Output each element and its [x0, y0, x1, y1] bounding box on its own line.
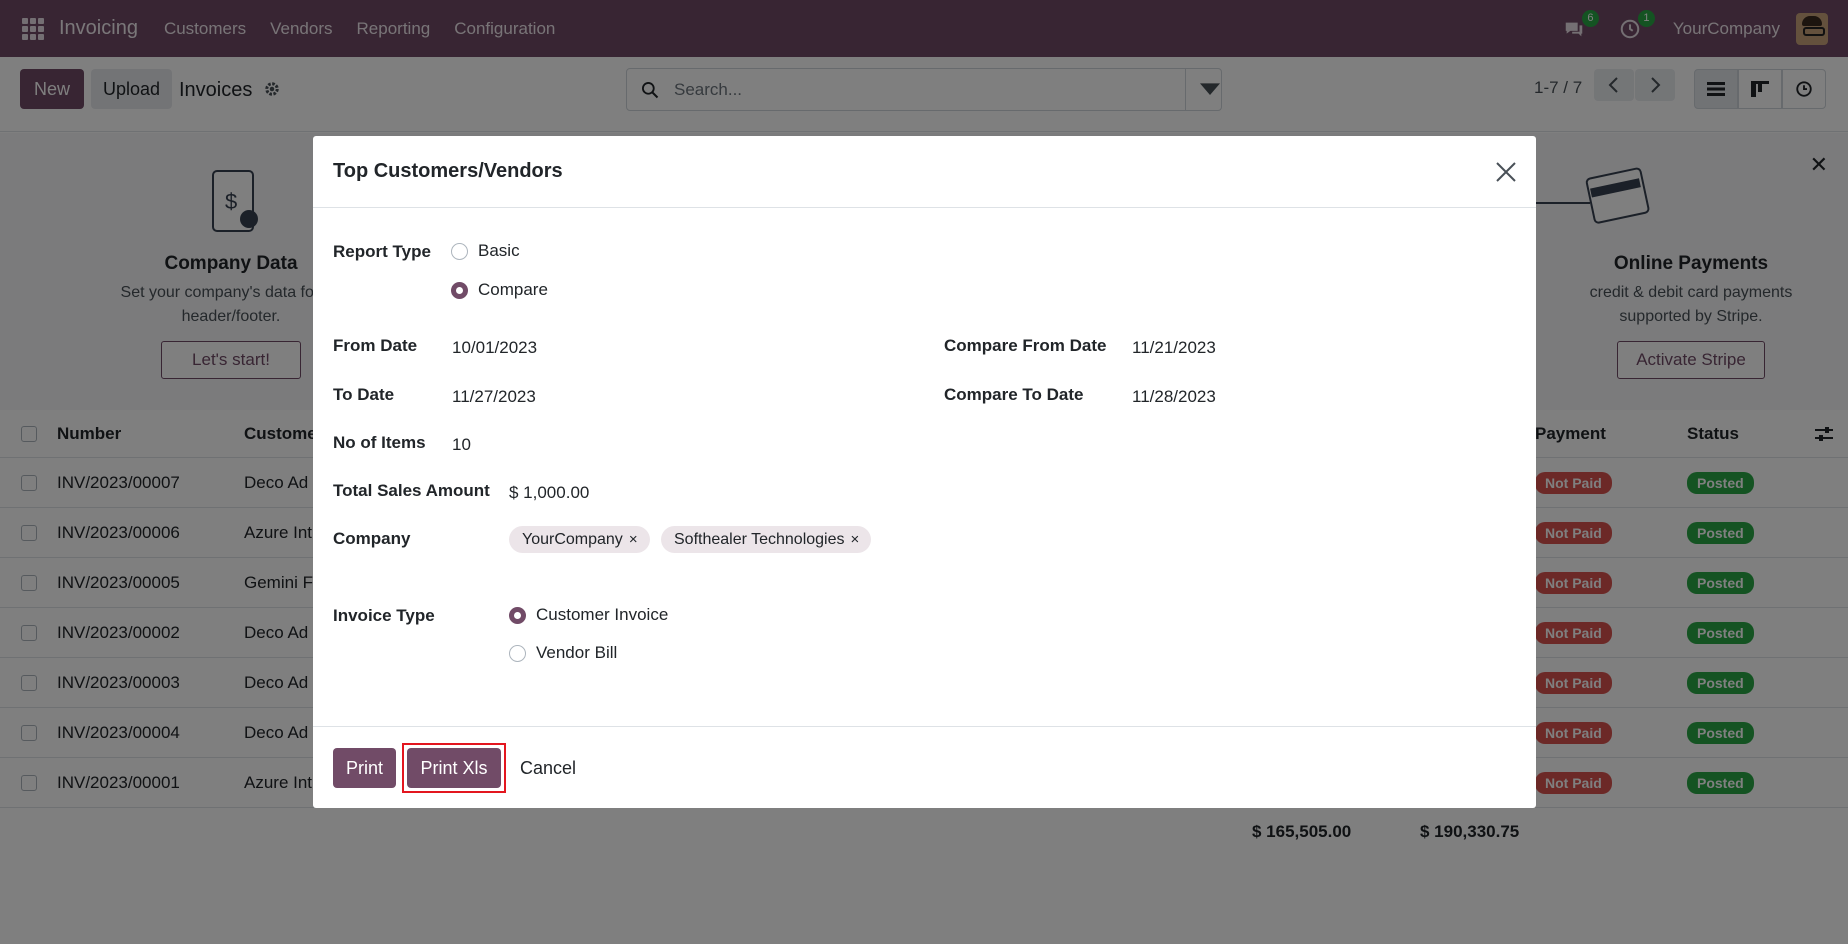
print-button[interactable]: Print — [333, 748, 397, 788]
compare-from-date-label: Compare From Date — [944, 336, 1107, 355]
invoice-type-vendor-bill-radio[interactable]: Vendor Bill — [509, 643, 617, 663]
report-type-basic-radio[interactable]: Basic — [451, 241, 520, 261]
no-of-items-field[interactable]: 10 — [452, 435, 471, 455]
compare-from-date-field[interactable]: 11/21/2023 — [1132, 338, 1216, 358]
close-icon[interactable] — [1494, 160, 1518, 184]
to-date-field[interactable]: 11/27/2023 — [452, 387, 536, 407]
to-date-label: To Date — [333, 385, 395, 404]
invoice-type-label: Invoice Type — [333, 606, 435, 625]
radio-indicator — [509, 644, 526, 662]
company-tag: Softhealer Technologies × — [661, 526, 872, 553]
total-sales-amount-field[interactable]: $ 1,000.00 — [509, 483, 589, 503]
report-type-compare-radio[interactable]: Compare — [451, 280, 548, 300]
compare-to-date-field[interactable]: 11/28/2023 — [1132, 387, 1216, 407]
total-sales-amount-label: Total Sales Amount — [333, 481, 490, 500]
radio-indicator — [451, 242, 468, 260]
radio-indicator — [451, 281, 468, 299]
remove-tag-icon[interactable]: × — [629, 531, 638, 548]
dialog-footer: Print Print Xls Cancel — [313, 726, 1536, 808]
cancel-button[interactable]: Cancel — [520, 748, 576, 788]
report-type-label: Report Type — [333, 242, 431, 261]
remove-tag-icon[interactable]: × — [851, 531, 860, 548]
dialog-header: Top Customers/Vendors — [313, 136, 1536, 208]
print-xls-highlight: Print Xls — [402, 743, 506, 793]
print-xls-button[interactable]: Print Xls — [407, 748, 501, 788]
invoice-type-customer-invoice-radio[interactable]: Customer Invoice — [509, 605, 668, 625]
compare-to-date-label: Compare To Date — [944, 385, 1084, 404]
top-customers-vendors-dialog: Top Customers/Vendors Report Type Basic … — [313, 136, 1536, 808]
company-label: Company — [333, 529, 411, 548]
dialog-title: Top Customers/Vendors — [333, 160, 563, 182]
no-of-items-label: No of Items — [333, 433, 426, 452]
radio-indicator — [509, 606, 526, 624]
from-date-field[interactable]: 10/01/2023 — [452, 338, 537, 358]
company-tag: YourCompany × — [509, 526, 650, 553]
from-date-label: From Date — [333, 336, 418, 355]
